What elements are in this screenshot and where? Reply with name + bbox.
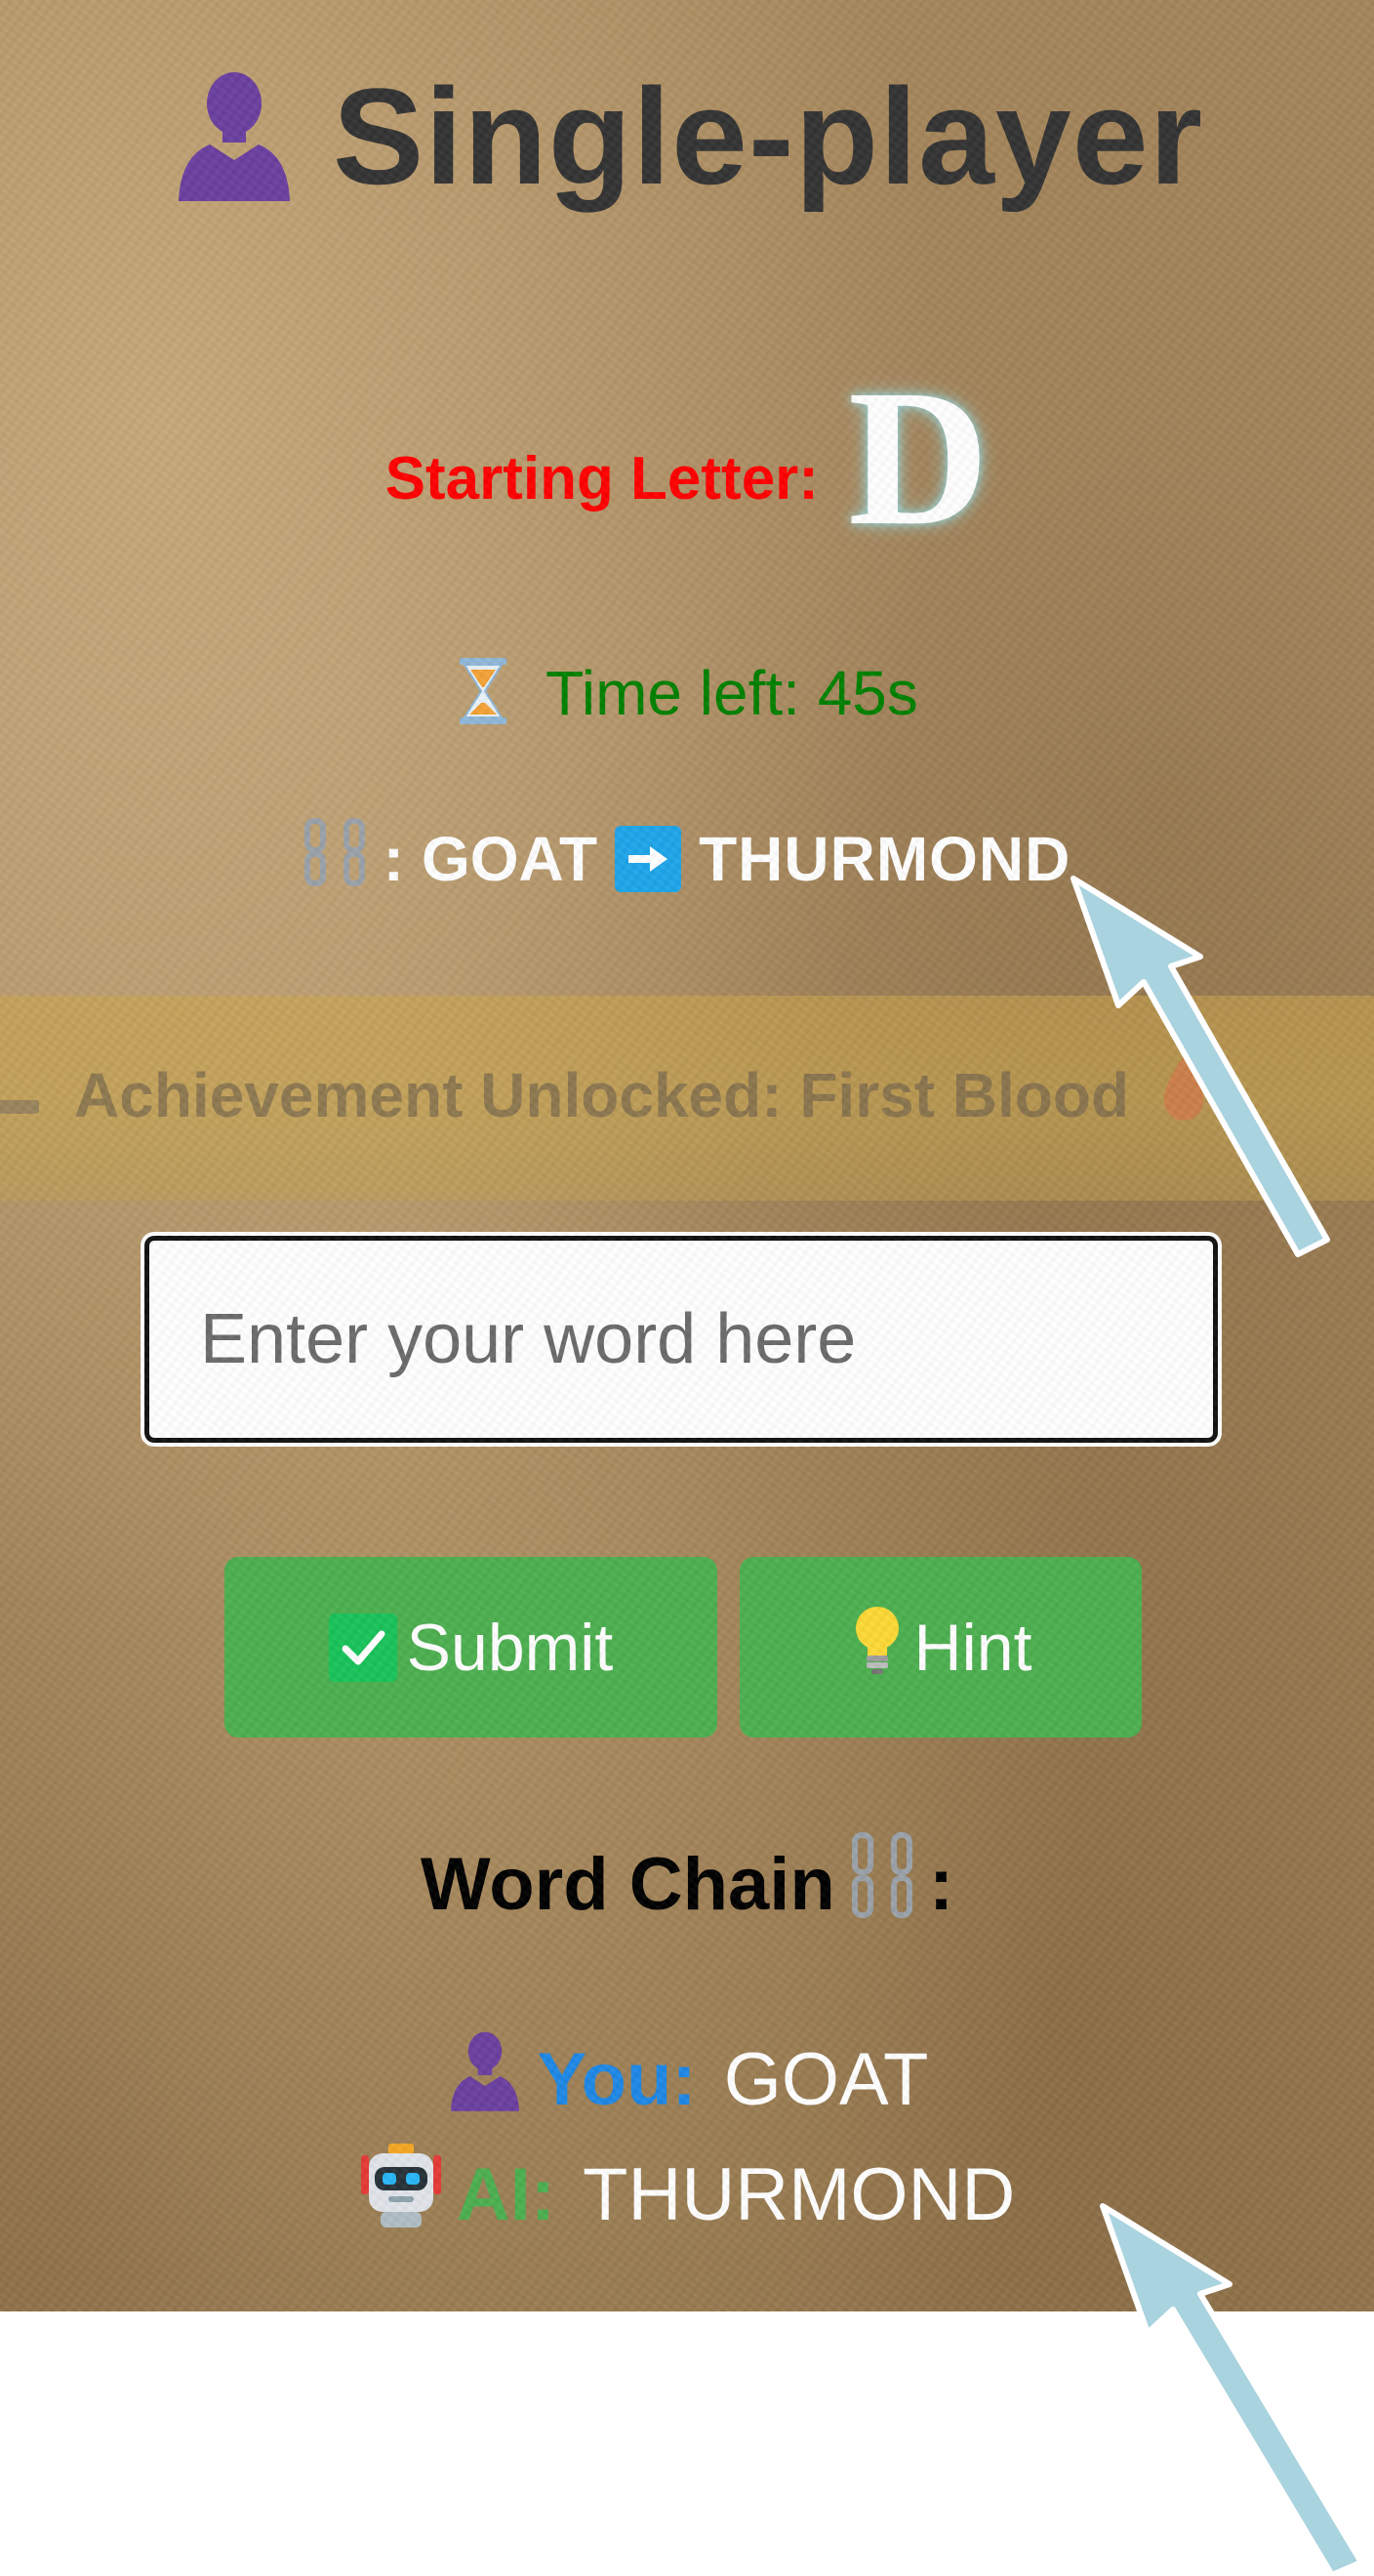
time-left-text: Time left: 45s	[546, 658, 918, 728]
last-ai-word: THURMOND	[699, 824, 1071, 894]
chain-entry-word: GOAT	[723, 2037, 929, 2121]
starting-letter-label: Starting Letter:	[384, 444, 819, 512]
game-panel: Single-player Starting Letter: D Time le…	[0, 0, 1374, 2311]
word-chain-colon: :	[928, 1842, 954, 1926]
person-silhouette-icon	[171, 66, 298, 208]
trophy-icon	[0, 1053, 49, 1136]
check-mark-icon	[328, 1613, 397, 1682]
person-silhouette-icon	[446, 2028, 524, 2130]
last-move-separator: :	[383, 824, 404, 894]
page-header: Single-player	[0, 39, 1374, 234]
robot-icon	[359, 2142, 443, 2247]
hint-button[interactable]: Hint	[740, 1557, 1142, 1738]
chain-entry-label: You:	[537, 2037, 697, 2121]
achievement-banner: Achievement Unlocked: First Blood	[0, 996, 1374, 1201]
submit-button[interactable]: Submit	[224, 1557, 717, 1738]
hint-label: Hint	[913, 1610, 1032, 1685]
word-chain-title: Word Chain	[420, 1842, 835, 1926]
chain-entry-label: AI:	[456, 2152, 556, 2236]
last-player-word: GOAT	[421, 824, 598, 894]
hourglass-icon	[456, 656, 510, 731]
achievement-text: Achievement Unlocked: First Blood	[74, 1059, 1130, 1130]
last-move-row: : GOAT THURMOND	[0, 815, 1374, 903]
right-arrow-icon	[615, 826, 682, 892]
page-title: Single-player	[332, 60, 1204, 213]
chain-icon	[851, 1831, 913, 1937]
blood-drop-icon	[1154, 1052, 1213, 1137]
word-chain-heading: Word Chain :	[0, 1832, 1374, 1933]
timer-row: Time left: 45s	[0, 649, 1374, 737]
submit-label: Submit	[406, 1610, 614, 1685]
word-input[interactable]	[141, 1232, 1222, 1447]
chain-entry-word: THURMOND	[583, 2152, 1016, 2236]
chain-entry: AI: THURMOND	[0, 2144, 1374, 2243]
starting-letter-value: D	[847, 350, 990, 566]
chain-icon	[303, 817, 366, 901]
starting-letter-row: Starting Letter: D	[0, 361, 1374, 556]
chain-entry: You: GOAT	[0, 2030, 1374, 2128]
lightbulb-icon	[850, 1603, 905, 1693]
screenshot-canvas: Single-player Starting Letter: D Time le…	[0, 0, 1374, 2576]
